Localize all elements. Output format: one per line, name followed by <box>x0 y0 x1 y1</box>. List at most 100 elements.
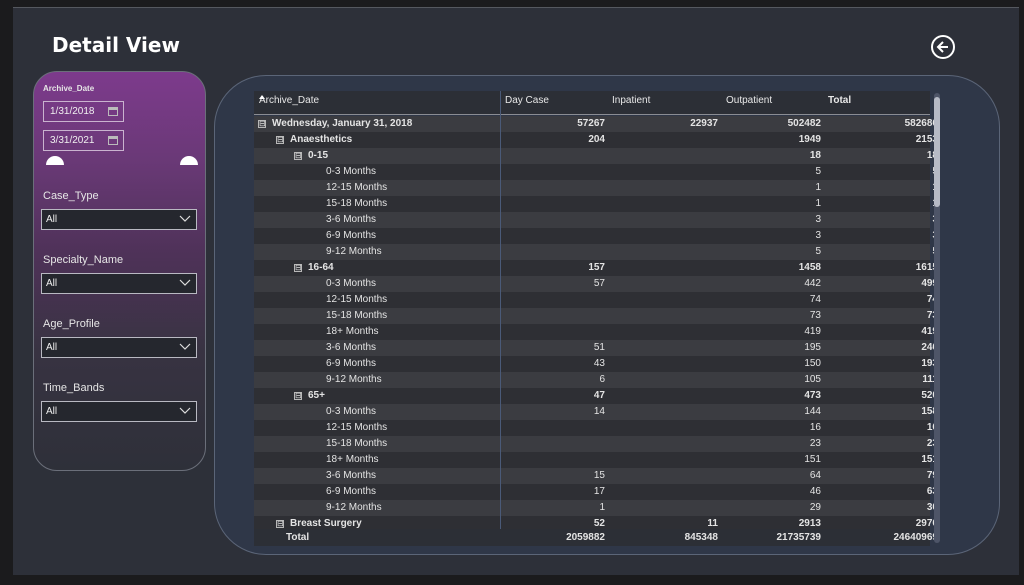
table-row[interactable]: 9-12 Months 1 29 30 <box>254 500 938 516</box>
row-label: 16-64 <box>308 262 334 273</box>
table-row[interactable]: ⊟ 16-64 157 1458 1615 <box>254 260 938 276</box>
row-label: 15-18 Months <box>326 310 388 321</box>
table-row[interactable]: 9-12 Months 5 5 <box>254 244 938 260</box>
collapse-toggle-icon[interactable]: ⊟ <box>294 392 302 400</box>
table-row[interactable]: 18+ Months 151 151 <box>254 452 938 468</box>
cell-day-case: 157 <box>588 262 605 273</box>
grand-total-row: Total 2059882 845348 21735739 24640969 <box>254 529 938 546</box>
table-row[interactable]: 18+ Months 419 419 <box>254 324 938 340</box>
time-bands-dropdown[interactable]: All <box>41 401 197 422</box>
cell-outpatient: 419 <box>804 326 821 337</box>
cell-outpatient: 23 <box>809 438 821 449</box>
sort-ascending-icon <box>259 95 265 99</box>
arrow-left-icon <box>936 41 948 53</box>
collapse-toggle-icon[interactable]: ⊟ <box>294 264 302 272</box>
total-label: Total <box>286 532 310 543</box>
cell-outpatient: 64 <box>809 470 821 481</box>
table-row[interactable]: 15-18 Months 23 23 <box>254 436 938 452</box>
time-bands-value: All <box>46 406 58 417</box>
cell-day-case: 51 <box>593 342 605 353</box>
age-profile-title: Age_Profile <box>43 318 100 330</box>
table-row[interactable]: 3-6 Months 51 195 246 <box>254 340 938 356</box>
archive-date-title: Archive_Date <box>43 84 95 93</box>
table-row[interactable]: 15-18 Months 1 1 <box>254 196 938 212</box>
cell-total: 5 <box>868 164 938 180</box>
total-total: 24640969 <box>893 532 939 543</box>
cell-outpatient: 3 <box>815 214 821 225</box>
column-divider <box>500 91 501 546</box>
row-label: 0-15 <box>308 150 329 161</box>
table-row[interactable]: ⊟ 65+ 47 473 520 <box>254 388 938 404</box>
filter-panel: Archive_Date 1/31/2018 3/31/2021 Case_Ty… <box>33 71 206 471</box>
cell-total: 158 <box>921 406 938 417</box>
cell-day-case: 14 <box>593 406 605 417</box>
cell-day-case: 17 <box>593 486 605 497</box>
back-button[interactable] <box>931 35 955 59</box>
table-row[interactable]: 12-15 Months 16 16 <box>254 420 938 436</box>
cell-day-case: 204 <box>588 134 605 145</box>
cell-total: 1 <box>868 196 938 212</box>
total-day-case: 2059882 <box>566 532 605 543</box>
row-label: 12-15 Months <box>326 182 388 193</box>
collapse-toggle-icon[interactable]: ⊟ <box>276 520 284 528</box>
chevron-down-icon <box>179 279 191 286</box>
cell-total: 3 <box>868 212 938 228</box>
row-label: Wednesday, January 31, 2018 <box>272 118 413 129</box>
cell-outpatient: 1949 <box>798 134 821 145</box>
detail-matrix: Archive_Date Day Case Inpatient Outpatie… <box>254 91 940 546</box>
cell-outpatient: 3 <box>815 230 821 241</box>
row-label: Anaesthetics <box>290 134 353 145</box>
column-header-inpatient[interactable]: Inpatient <box>612 95 650 106</box>
collapse-toggle-icon[interactable]: ⊟ <box>258 120 266 128</box>
table-row[interactable]: ⊟ Anaesthetics 204 1949 2153 <box>254 132 938 148</box>
table-row[interactable]: 3-6 Months 15 64 79 <box>254 468 938 484</box>
age-profile-dropdown[interactable]: All <box>41 337 197 358</box>
date-slider-start-handle[interactable] <box>46 156 64 165</box>
collapse-toggle-icon[interactable]: ⊟ <box>276 136 284 144</box>
specialty-name-dropdown[interactable]: All <box>41 273 197 294</box>
specialty-name-title: Specialty_Name <box>43 254 124 266</box>
cell-outpatient: 442 <box>804 278 821 289</box>
cell-outpatient: 1 <box>815 198 821 209</box>
end-date-input[interactable]: 3/31/2021 <box>43 130 124 151</box>
column-header-archive-date[interactable]: Archive_Date <box>259 95 319 106</box>
table-row[interactable]: 0-3 Months 57 442 499 <box>254 276 938 292</box>
table-row[interactable]: 12-15 Months 74 74 <box>254 292 938 308</box>
date-slider-end-handle[interactable] <box>180 156 198 165</box>
column-header-day-case[interactable]: Day Case <box>505 95 549 106</box>
cell-outpatient: 473 <box>804 390 821 401</box>
case-type-dropdown[interactable]: All <box>41 209 197 230</box>
calendar-icon[interactable] <box>108 107 118 116</box>
cell-outpatient: 151 <box>804 454 821 465</box>
start-date-input[interactable]: 1/31/2018 <box>43 101 124 122</box>
cell-day-case: 47 <box>593 390 605 401</box>
table-row[interactable]: 15-18 Months 73 73 <box>254 308 938 324</box>
vertical-scrollbar[interactable] <box>934 93 940 543</box>
table-row[interactable]: 0-3 Months 5 5 <box>254 164 938 180</box>
table-row[interactable]: 6-9 Months 17 46 63 <box>254 484 938 500</box>
table-row[interactable]: 12-15 Months 1 1 <box>254 180 938 196</box>
column-header-outpatient[interactable]: Outpatient <box>726 95 772 106</box>
table-row[interactable]: 3-6 Months 3 3 <box>254 212 938 228</box>
cell-total: 63 <box>926 486 938 497</box>
column-header-total[interactable]: Total <box>828 95 851 106</box>
cell-total: 18 <box>926 150 938 161</box>
cell-total: 499 <box>921 278 938 289</box>
table-row[interactable]: ⊟ Wednesday, January 31, 2018 57267 22937 50… <box>254 116 938 132</box>
cell-total: 2153 <box>915 134 938 145</box>
row-label: 15-18 Months <box>326 198 388 209</box>
table-row[interactable]: 0-3 Months 14 144 158 <box>254 404 938 420</box>
cell-outpatient: 18 <box>809 150 821 161</box>
total-inpatient: 845348 <box>684 532 718 543</box>
cell-total: 520 <box>921 390 938 401</box>
table-row[interactable]: ⊟ 0-15 18 18 <box>254 148 938 164</box>
table-row[interactable]: 6-9 Months 3 3 <box>254 228 938 244</box>
cell-outpatient: 73 <box>809 310 821 321</box>
scrollbar-thumb[interactable] <box>934 97 940 207</box>
calendar-icon[interactable] <box>108 136 118 145</box>
collapse-toggle-icon[interactable]: ⊟ <box>294 152 302 160</box>
table-row[interactable]: 9-12 Months 6 105 111 <box>254 372 938 388</box>
cell-total: 79 <box>926 470 938 481</box>
cell-outpatient: 502482 <box>787 118 821 129</box>
table-row[interactable]: 6-9 Months 43 150 193 <box>254 356 938 372</box>
